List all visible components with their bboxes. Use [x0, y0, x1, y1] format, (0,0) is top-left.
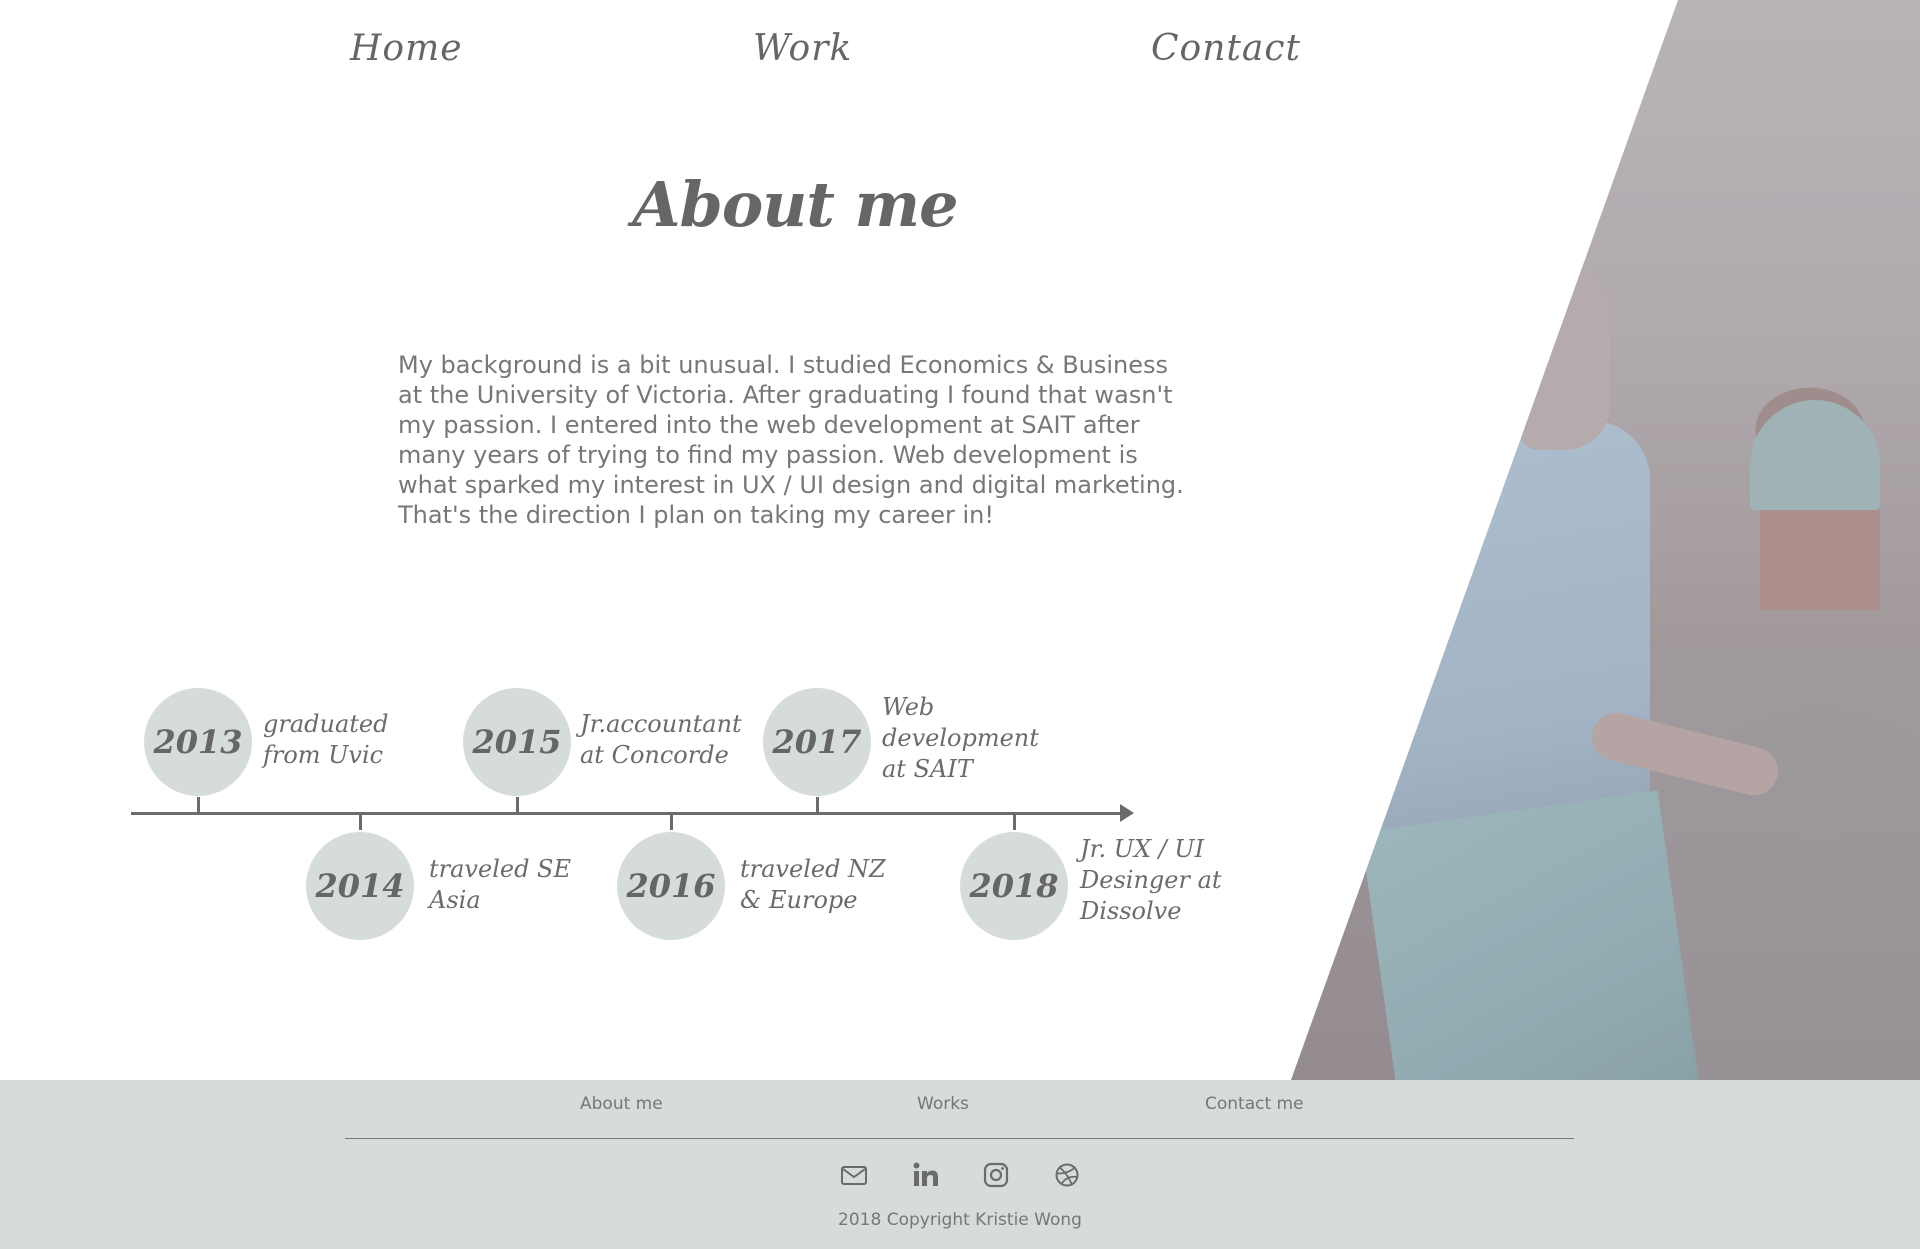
linkedin-icon[interactable]	[911, 1160, 941, 1190]
timeline-axis	[131, 812, 1127, 815]
page-title: About me	[632, 168, 958, 241]
timeline-tick	[197, 797, 200, 813]
timeline-year-2013: 2013	[144, 688, 252, 796]
timeline-event-2014: traveled SE Asia	[429, 855, 572, 914]
mail-icon[interactable]	[839, 1160, 869, 1190]
timeline-year-2017: 2017	[763, 688, 871, 796]
photo-overlay	[1291, 0, 1920, 1080]
timeline-event-2013: graduated from Uvic	[263, 710, 389, 769]
nav-home-link[interactable]: Home	[350, 28, 463, 69]
footer-works-link[interactable]: Works	[917, 1094, 969, 1114]
timeline-tick	[516, 797, 519, 813]
nav-contact-link[interactable]: Contact	[1151, 28, 1301, 69]
nav-work-link[interactable]: Work	[753, 28, 852, 69]
timeline-year-2018: 2018	[960, 832, 1068, 940]
footer-about-link[interactable]: About me	[580, 1094, 663, 1114]
timeline-event-2017: Web development at SAIT	[882, 693, 1039, 783]
timeline-event-2018: Jr. UX / UI Desinger at Dissolve	[1080, 835, 1222, 925]
timeline-year-2016: 2016	[617, 832, 725, 940]
footer-divider	[345, 1138, 1574, 1139]
timeline-arrow-icon	[1120, 804, 1134, 822]
timeline-year-2015: 2015	[463, 688, 571, 796]
timeline-tick	[816, 797, 819, 813]
footer: About me Works Contact me 2018 Copyright…	[0, 1080, 1920, 1249]
timeline-tick	[670, 814, 673, 830]
instagram-icon[interactable]	[981, 1160, 1011, 1190]
dribbble-icon[interactable]	[1052, 1160, 1082, 1190]
bio-paragraph: My background is a bit unusual. I studie…	[398, 351, 1184, 529]
timeline-year-2014: 2014	[306, 832, 414, 940]
timeline-event-2015: Jr.accountant at Concorde	[580, 710, 742, 769]
timeline-tick	[359, 814, 362, 830]
timeline-tick	[1013, 814, 1016, 830]
timeline-event-2016: traveled NZ & Europe	[740, 855, 886, 914]
footer-contact-link[interactable]: Contact me	[1205, 1094, 1304, 1114]
copyright-text: 2018 Copyright Kristie Wong	[838, 1210, 1082, 1230]
